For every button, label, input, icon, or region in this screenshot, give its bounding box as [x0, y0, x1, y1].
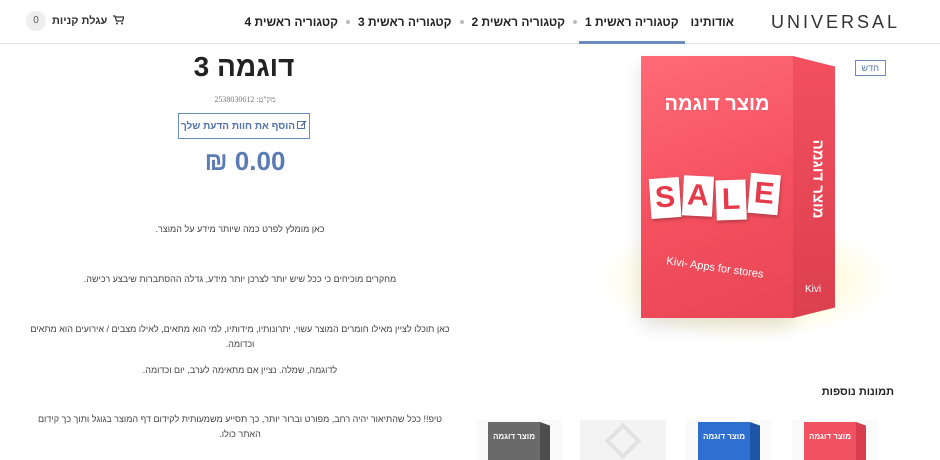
thumbnail-image[interactable]: מוצר דוגמה [792, 420, 878, 460]
cart-count-badge: 0 [26, 11, 46, 31]
nav-item-category-4[interactable]: קטגוריה ראשית 4 [238, 0, 344, 44]
product-sku: מק"ט: 2538030612 [214, 95, 276, 104]
sale-banner: S A L E [648, 172, 781, 221]
nav-separator [346, 20, 350, 24]
thumbnail-box-side [750, 422, 760, 460]
thumbnail-image[interactable]: מוצר דוגמה [476, 420, 562, 460]
main-nav: אודותינו קטגוריה ראשית 1 קטגוריה ראשית 2… [238, 0, 740, 44]
thumbnail-box [488, 422, 540, 460]
description-line: מחקרים מוכיחים כי ככל שיש יותר לצרכן יות… [83, 274, 397, 284]
thumbnail-image[interactable]: מוצר דוגמה [686, 420, 772, 460]
product-price: ₪ 0.00 [204, 146, 286, 176]
add-review-label: הוסף את חוות הדעת שלך [181, 120, 296, 132]
site-logo[interactable]: UNIVERSAL [771, 12, 900, 33]
thumbnail-label: מוצר דוגמה [492, 432, 536, 441]
sale-letter: S [648, 176, 682, 219]
product-box-title: מוצר דוגמה [664, 93, 770, 115]
product-box-side-text: מוצר דוגמה [809, 139, 827, 219]
product-box-brand: Kivi [805, 284, 822, 295]
sale-letter: E [747, 172, 781, 216]
new-badge: חדש [854, 60, 886, 76]
nav-separator [573, 20, 578, 24]
thumbnail-label: מוצר דוגמה [808, 432, 852, 441]
nav-separator [459, 20, 464, 24]
nav-item-category-1[interactable]: קטגוריה ראשית 1 [579, 0, 685, 44]
sale-letter: L [715, 179, 747, 221]
nav-item-category-3[interactable]: קטגוריה ראשית 3 [352, 0, 458, 44]
sale-letter: A [681, 175, 715, 217]
thumbnail-label: מוצר דוגמה [702, 432, 746, 441]
placeholder-logo-icon [604, 422, 642, 460]
nav-item-category-2[interactable]: קטגוריה ראשית 2 [466, 0, 572, 44]
thumbnail-box [804, 422, 856, 460]
nav-item-about[interactable]: אודותינו [685, 0, 740, 44]
description-line: כאן תוכלו לציין מאילו חומרים המוצר עשוי,… [30, 324, 450, 349]
product-title: דוגמה 3 [193, 51, 295, 82]
description-line: טיפ!! ככל שהתיאור יהיה רחב, מפורט וברור … [37, 414, 443, 439]
thumbnail-box [698, 422, 750, 460]
cart-button[interactable]: עגלת קניות 0 [26, 11, 126, 31]
add-review-button[interactable]: הוסף את חוות הדעת שלך [178, 113, 310, 139]
site-header: UNIVERSAL אודותינו קטגוריה ראשית 1 קטגור… [0, 0, 940, 44]
description-line: לדוגמה, שמלה. נציין אם מתאימה לערב, יום … [142, 365, 338, 375]
thumbnail-box-side [540, 422, 550, 460]
edit-icon [297, 120, 307, 133]
more-images-title: תמונות נוספות [821, 386, 894, 398]
shopping-cart-icon [113, 14, 126, 28]
cart-label: עגלת קניות [52, 15, 108, 27]
thumbnail-placeholder[interactable] [580, 420, 666, 460]
thumbnail-box-side [856, 422, 866, 460]
description-line: כאן מומלץ לפרט כמה שיותר מידע על המוצר. [155, 224, 325, 234]
